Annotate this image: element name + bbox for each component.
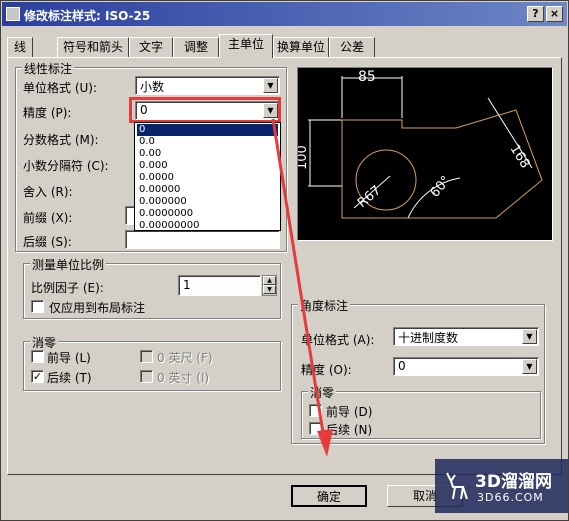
tab-text[interactable]: 文字 — [129, 37, 173, 57]
chevron-down-icon[interactable]: ▼ — [522, 329, 537, 344]
suffix-label: 后缀 (S): — [23, 235, 72, 249]
trailing-zero-checkbox[interactable]: ✓ — [31, 370, 44, 383]
scale-factor-input[interactable]: 1 — [178, 275, 261, 296]
fraction-format-label: 分数格式 (M): — [23, 133, 99, 147]
title-bar: 修改标注样式: ISO-25 ? × — [2, 2, 567, 26]
list-item[interactable]: 0.000 — [137, 160, 278, 172]
angular-unit-format-select[interactable]: 十进制度数 ▼ — [393, 327, 539, 346]
leading-zero-label: 前导 (L) — [47, 351, 91, 365]
preview-drawing: 85 100 168 R67 60° — [295, 69, 543, 219]
angular-leading-checkbox[interactable] — [309, 404, 322, 417]
angular-trailing-label: 后续 (N) — [326, 423, 373, 437]
chevron-down-icon[interactable]: ▼ — [263, 78, 278, 93]
prefix-label: 前缀 (X): — [23, 211, 73, 225]
zero-feet-checkbox[interactable] — [140, 350, 153, 363]
list-item[interactable]: 0.0 — [137, 136, 278, 148]
window-title: 修改标注样式: ISO-25 — [24, 9, 151, 23]
watermark-url: 3D66.COM — [477, 491, 544, 504]
angular-unit-format-label: 单位格式 (A): — [301, 333, 375, 347]
zero-inch-checkbox[interactable] — [140, 370, 153, 383]
list-item[interactable]: 0.00000 — [137, 184, 278, 196]
watermark-brand: 3D溜溜网 — [475, 472, 552, 492]
suffix-input[interactable] — [125, 230, 280, 249]
dim-left-text: 100 — [298, 145, 310, 170]
angular-precision-select[interactable]: 0 ▼ — [393, 357, 539, 376]
zero-inch-label: 0 英寸 (I) — [157, 371, 210, 385]
angle-text: 60° — [428, 173, 454, 200]
tab-lines[interactable]: 线 — [7, 37, 33, 57]
scale-factor-spinner[interactable]: ▲ ▼ — [262, 275, 277, 296]
angular-leading-label: 前导 (D) — [326, 405, 373, 419]
chevron-down-icon[interactable]: ▼ — [522, 359, 537, 374]
angular-trailing-checkbox[interactable] — [309, 422, 322, 435]
spin-down-icon[interactable]: ▼ — [263, 285, 276, 294]
round-off-label: 舍入 (R): — [23, 185, 73, 199]
dimension-preview: 85 100 168 R67 60° — [295, 67, 553, 241]
list-item[interactable]: 0.000000 — [137, 196, 278, 208]
trailing-zero-label: 后续 (T) — [47, 371, 92, 385]
linear-group-title: 线性标注 — [22, 60, 75, 77]
list-item[interactable]: 0.0000000 — [137, 208, 278, 220]
highlight-box — [129, 97, 281, 123]
list-item[interactable]: 0.00000000 — [137, 220, 278, 232]
spin-up-icon[interactable]: ▲ — [263, 276, 276, 285]
decimal-separator-label: 小数分隔符 (C): — [23, 159, 109, 173]
precision-dropdown-list[interactable]: 0 0.0 0.00 0.000 0.0000 0.00000 0.000000… — [134, 122, 281, 231]
close-button[interactable]: × — [546, 6, 563, 22]
tab-fit[interactable]: 调整 — [173, 37, 219, 57]
app-icon — [6, 7, 20, 21]
tab-symbols-arrows[interactable]: 符号和箭头 — [57, 37, 129, 57]
dim-slant-text: 168 — [507, 142, 533, 171]
dim-top-text: 85 — [358, 69, 376, 85]
angular-group-title: 角度标注 — [298, 297, 351, 314]
list-item[interactable]: 0 — [137, 124, 278, 136]
scale-group-title: 测量单位比例 — [30, 256, 107, 273]
deer-icon — [446, 472, 468, 500]
scale-factor-label: 比例因子 (E): — [31, 281, 104, 295]
ok-button[interactable]: 确定 — [291, 485, 367, 507]
list-item[interactable]: 0.00 — [137, 148, 278, 160]
angular-zero-title: 消零 — [308, 384, 337, 401]
tab-alternate-units[interactable]: 换算单位 — [273, 37, 329, 57]
tab-tolerances[interactable]: 公差 — [329, 37, 375, 57]
dimension-style-dialog: 修改标注样式: ISO-25 ? × 线 符号和箭头 文字 调整 主单位 换算单… — [0, 0, 569, 521]
angular-precision-label: 精度 (O): — [301, 363, 352, 377]
unit-format-select[interactable]: 小数 ▼ — [135, 76, 280, 95]
leading-zero-checkbox[interactable] — [31, 350, 44, 363]
radius-text: R67 — [355, 183, 384, 211]
tab-primary-units[interactable]: 主单位 — [219, 34, 273, 58]
layout-only-label: 仅应用到布局标注 — [49, 301, 146, 315]
layout-only-checkbox[interactable] — [31, 300, 44, 313]
list-item[interactable]: 0.0000 — [137, 172, 278, 184]
precision-label: 精度 (P): — [23, 106, 72, 120]
zero-feet-label: 0 英尺 (F) — [157, 351, 213, 365]
unit-format-label: 单位格式 (U): — [23, 81, 98, 95]
help-button[interactable]: ? — [527, 6, 544, 22]
watermark-logo: 3D溜溜网 3D66.COM — [435, 459, 568, 513]
